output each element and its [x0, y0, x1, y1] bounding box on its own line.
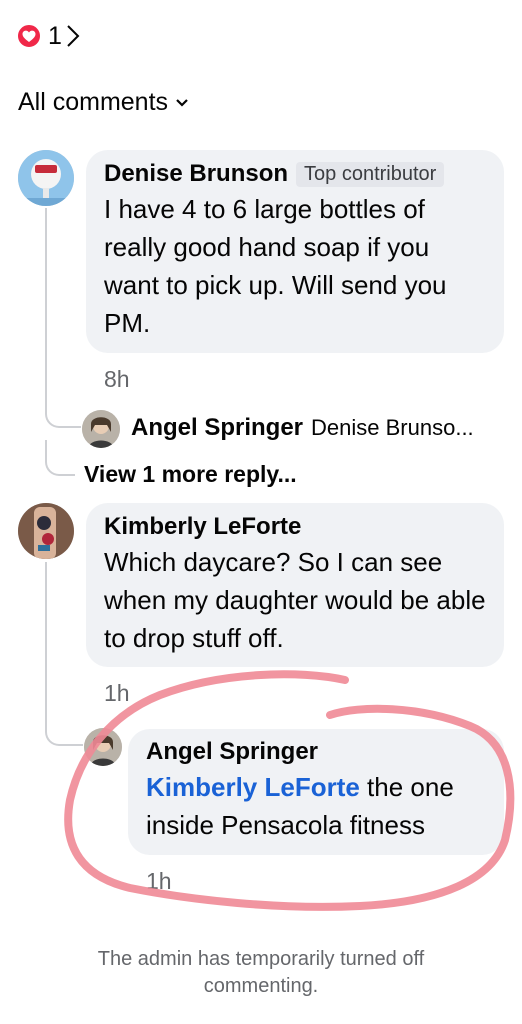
comment-timestamp[interactable]: 8h: [104, 366, 130, 393]
comment-author[interactable]: Kimberly LeForte: [104, 513, 301, 541]
comments-screen: 1 All comments Denise Brunson Top contri…: [0, 0, 522, 1024]
reply-author: Angel Springer: [131, 414, 304, 441]
mention-link[interactable]: Kimberly LeForte: [146, 772, 360, 802]
chevron-down-icon: [176, 94, 188, 112]
reply-bubble: Angel Springer Kimberly LeForte the one …: [128, 729, 504, 855]
comment-text: I have 4 to 6 large bottles of really go…: [104, 194, 447, 338]
comment-author[interactable]: Denise Brunson: [104, 160, 288, 188]
avatar[interactable]: [18, 503, 74, 559]
reply-text: Kimberly LeForte the one inside Pensacol…: [146, 768, 486, 844]
thread-connector: [45, 440, 75, 476]
comment-filter-dropdown[interactable]: All comments: [18, 88, 188, 117]
top-contributor-badge: Top contributor: [296, 161, 445, 187]
avatar[interactable]: [84, 728, 122, 766]
reaction-summary[interactable]: 1: [16, 20, 88, 52]
comment-text: Which daycare? So I can see when my daug…: [104, 547, 486, 653]
reply-snippet: Denise Brunso...: [311, 415, 474, 440]
comment-bubble: Kimberly LeForte Which daycare? So I can…: [86, 503, 504, 667]
reaction-count: 1: [48, 21, 62, 50]
avatar[interactable]: [82, 410, 120, 448]
heart-icon: [16, 23, 42, 49]
thread-line: [45, 208, 47, 404]
filter-label: All comments: [18, 88, 169, 116]
chevron-right-icon: [66, 23, 88, 49]
reply-author[interactable]: Angel Springer: [146, 738, 318, 766]
comment-timestamp[interactable]: 1h: [104, 680, 130, 707]
reply-preview[interactable]: Angel Springer Denise Brunso...: [131, 414, 474, 442]
avatar[interactable]: [18, 150, 74, 206]
commenting-disabled-note: The admin has temporarily turned off com…: [97, 948, 425, 997]
comment-bubble: Denise Brunson Top contributor I have 4 …: [86, 150, 504, 353]
view-more-replies-link[interactable]: View 1 more reply...: [84, 461, 297, 488]
thread-connector: [45, 718, 83, 746]
reply-timestamp[interactable]: 1h: [146, 868, 172, 895]
thread-line: [45, 562, 47, 722]
thread-connector: [45, 400, 81, 428]
